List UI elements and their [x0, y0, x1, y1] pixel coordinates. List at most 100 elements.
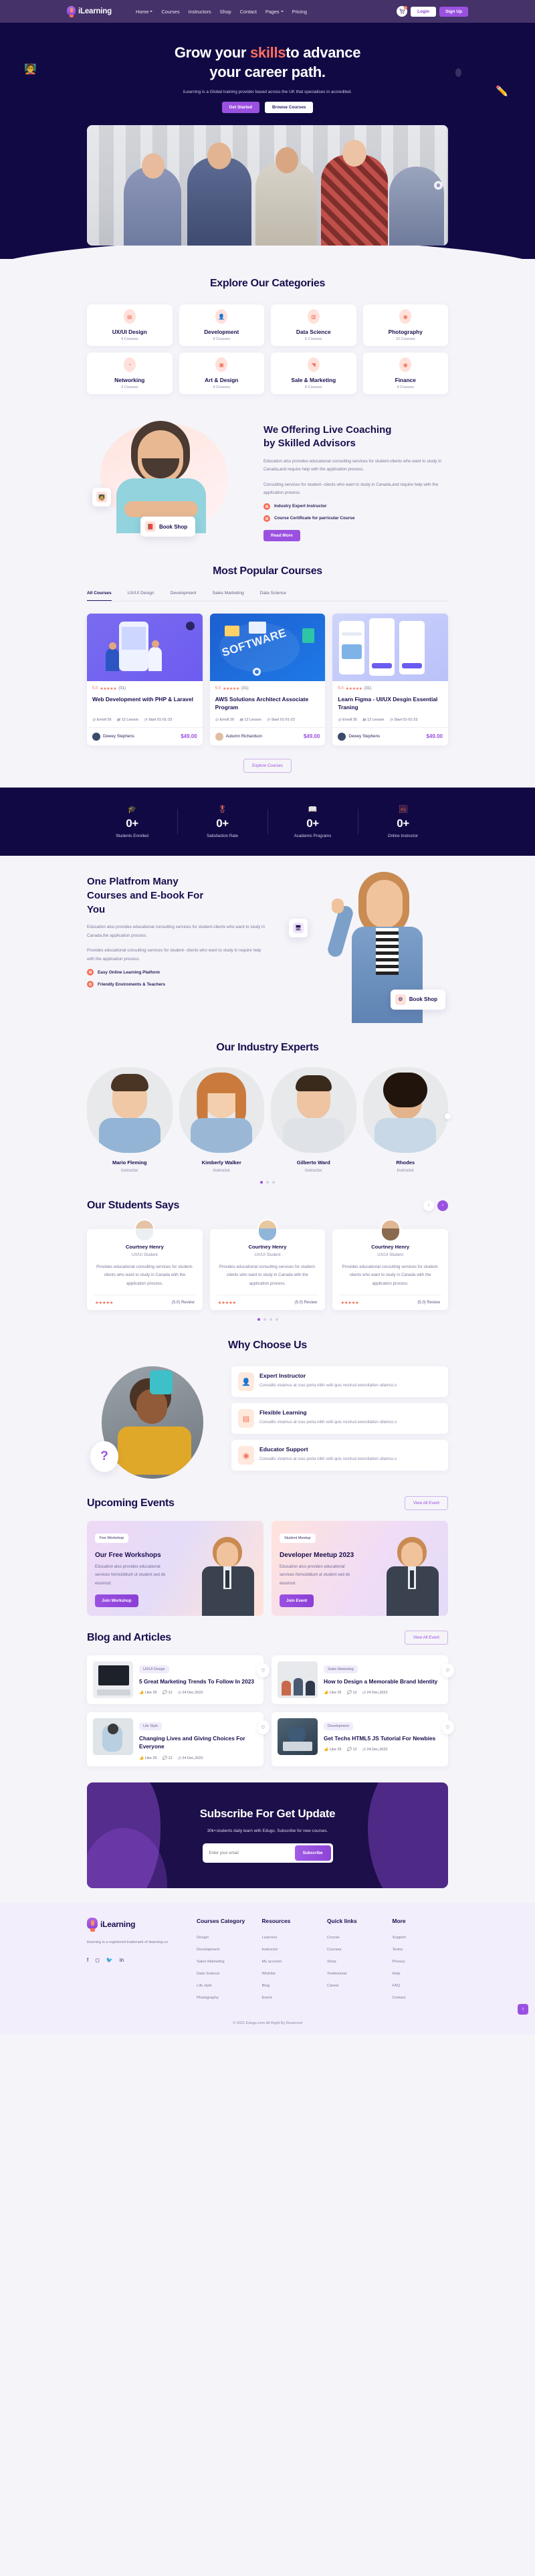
category-card[interactable]: ▥ Data Science 5 Courses	[271, 304, 356, 347]
heart-icon[interactable]: ♡	[257, 1720, 270, 1735]
event-text: Education also provides educational serv…	[280, 1564, 350, 1586]
linkedin-icon[interactable]: in	[120, 1957, 124, 1963]
tab-data-science[interactable]: Data Science	[260, 591, 286, 601]
shopping-cart-icon[interactable]: 0	[397, 6, 408, 17]
nav-item-contact[interactable]: Contact	[240, 9, 257, 15]
experts-dot[interactable]	[260, 1180, 263, 1184]
tab-sales-marketing[interactable]: Sales Marketing	[212, 591, 243, 601]
footer-link[interactable]: Blog	[262, 1984, 318, 1988]
category-card[interactable]: ◔ Networking 3 Courses	[87, 353, 173, 395]
join-workshop-button[interactable]: Join Workshop	[95, 1594, 138, 1607]
book-shop-card[interactable]: 📕 Book Shop	[140, 517, 196, 537]
category-card[interactable]: ▣ Art & Design 4 Courses	[179, 353, 264, 395]
category-card[interactable]: ◉ Photography 12 Courses	[362, 304, 448, 347]
category-card[interactable]: 👤 Development 9 Courses	[179, 304, 264, 347]
nav-item-shop[interactable]: Shop	[220, 9, 231, 15]
why-card[interactable]: 👤 Expert Instructor Convallis vivamus at …	[231, 1366, 448, 1398]
blog-view-all-button[interactable]: View All Event	[404, 1631, 448, 1645]
footer-link[interactable]: Instructor	[262, 1948, 318, 1952]
footer-link[interactable]: Data Science	[197, 1972, 253, 1976]
nav-item-instructors[interactable]: Instructors	[189, 9, 211, 15]
get-started-button[interactable]: Get Started	[221, 102, 259, 114]
platform-book-shop-card[interactable]: ⚙ Book Shop	[390, 989, 445, 1010]
subscribe-button[interactable]: Subscribe	[294, 1845, 331, 1861]
category-card[interactable]: ◉ Finance 4 Courses	[362, 353, 448, 395]
expert-card[interactable]: Rhodes Instructor	[362, 1067, 448, 1173]
expert-card[interactable]: Mario Fleming Instructor	[87, 1067, 173, 1173]
nav-item-courses[interactable]: Courses	[161, 9, 179, 15]
footer-link[interactable]: Event	[262, 1996, 318, 2000]
course-card[interactable]: 5.0 ★★★★★ (31) Web Development with PHP …	[87, 613, 203, 745]
testimonials-dots	[87, 1318, 448, 1321]
read-more-button[interactable]: Read More	[263, 529, 300, 541]
email-input[interactable]	[204, 1845, 295, 1861]
browse-courses-button[interactable]: Browse Courses	[265, 102, 314, 114]
testimonials-dot[interactable]	[263, 1318, 266, 1321]
footer-link[interactable]: Course	[327, 1936, 383, 1940]
chevron-right-icon[interactable]: ›	[437, 1200, 448, 1211]
footer-brand-logo[interactable]: iLearning	[87, 1917, 187, 1932]
login-button[interactable]: Login	[411, 6, 437, 17]
category-card[interactable]: ▤ UX/UI Design 4 Courses	[87, 304, 173, 347]
tab-all-courses[interactable]: All Courses	[87, 591, 112, 601]
events-view-all-button[interactable]: View All Event	[404, 1496, 448, 1511]
brand-logo[interactable]: iLearning	[67, 5, 112, 17]
testimonials-dot[interactable]	[269, 1318, 272, 1321]
blog-card[interactable]: ♡ UX/UI Design 5 Great Marketing Trends …	[87, 1655, 270, 1705]
heart-icon[interactable]: ♡	[441, 1720, 454, 1735]
footer-link[interactable]: Photography	[197, 1996, 253, 2000]
tab-development[interactable]: Development	[171, 591, 197, 601]
footer-link[interactable]: Testimonial	[327, 1972, 383, 1976]
footer-link[interactable]: Help	[393, 1972, 449, 1976]
subscribe-form: Subscribe	[202, 1843, 333, 1863]
blog-card[interactable]: ♡ Sales Marketing How to Design a Memora…	[272, 1655, 454, 1705]
course-card[interactable]: 5.0 ★★★★★ (31) Learn Figma - UI/UX Desgi…	[332, 613, 448, 745]
event-card[interactable]: Student Meetup Developer Meetup 2023 Edu…	[272, 1521, 448, 1617]
experts-dot[interactable]	[272, 1180, 275, 1184]
footer-link[interactable]: Development	[197, 1948, 253, 1952]
footer-link[interactable]: FAQ	[393, 1984, 449, 1988]
twitter-icon[interactable]: 🐦	[106, 1957, 113, 1963]
why-card[interactable]: ◉ Educator Support Convallis vivamus at c…	[231, 1440, 448, 1471]
experts-next-arrow[interactable]	[445, 1113, 451, 1120]
footer-link[interactable]: Courses	[327, 1948, 383, 1952]
footer-link[interactable]: Wishlist	[262, 1972, 318, 1976]
expert-card[interactable]: Kimberly Walker Instructor	[179, 1067, 264, 1173]
join-event-button[interactable]: Join Event	[280, 1594, 314, 1607]
tab-ux-ui-design[interactable]: UX/UI Design	[128, 591, 154, 601]
testimonials-dot[interactable]	[275, 1318, 278, 1321]
footer-link[interactable]: Learners	[262, 1936, 318, 1940]
blog-card[interactable]: ♡ Life Style Changing Lives and Giving C…	[87, 1712, 270, 1766]
footer-link[interactable]: Terms	[393, 1948, 449, 1952]
footer-link[interactable]: My account	[262, 1960, 318, 1964]
footer-link[interactable]: Sales Marketing	[197, 1960, 253, 1964]
chevron-left-icon[interactable]: ‹	[423, 1200, 434, 1211]
footer-link[interactable]: Privacy	[393, 1960, 449, 1964]
footer-link[interactable]: Desgin	[197, 1936, 253, 1940]
footer-link[interactable]: Career	[327, 1984, 383, 1988]
blog-card[interactable]: ♡ Development Get Techs HTML5 JS Tutoria…	[272, 1712, 454, 1766]
why-card[interactable]: ▤ Flexible Learning Convallis vivamus at …	[231, 1403, 448, 1435]
experts-dot[interactable]	[266, 1180, 269, 1184]
nav-item-pages[interactable]: Pages	[265, 9, 284, 15]
footer-link[interactable]: Shop	[327, 1960, 383, 1964]
nav-item-pricing[interactable]: Pricing	[292, 9, 307, 15]
heart-icon[interactable]: ♡	[257, 1663, 270, 1678]
course-card[interactable]: SOFTWARE 5.0 ★★★★★ (31) AWS Solutions Ar…	[209, 613, 326, 745]
why-card-title: Flexible Learning	[259, 1409, 307, 1416]
event-card[interactable]: Fee Workshop Our Free Workshops Educatio…	[87, 1521, 263, 1617]
instagram-icon[interactable]: ◻	[95, 1957, 100, 1963]
category-count: 12 Courses	[395, 337, 415, 342]
nav-item-home[interactable]: Home	[136, 9, 153, 15]
explore-courses-button[interactable]: Explore Courses	[243, 758, 292, 773]
arrow-up-icon[interactable]: ↑	[518, 2003, 528, 2015]
expert-card[interactable]: Gilberto Ward Instructor	[271, 1067, 356, 1173]
category-card[interactable]: ◥ Sale & Marketing 8 Courses	[271, 353, 356, 395]
signup-button[interactable]: Sign Up	[439, 6, 468, 17]
footer-link[interactable]: Contact	[393, 1996, 449, 2000]
facebook-icon[interactable]: f	[87, 1957, 88, 1963]
heart-icon[interactable]: ♡	[441, 1663, 454, 1678]
footer-link[interactable]: Life style	[197, 1984, 253, 1988]
testimonials-dot[interactable]	[257, 1318, 260, 1321]
footer-link[interactable]: Support	[393, 1936, 449, 1940]
